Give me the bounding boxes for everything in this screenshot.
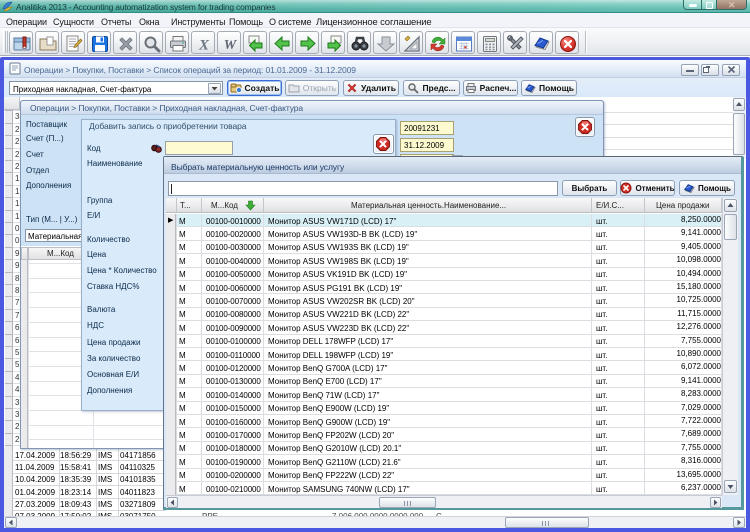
svg-text:X: X bbox=[198, 38, 210, 54]
svg-text:W: W bbox=[224, 38, 238, 53]
